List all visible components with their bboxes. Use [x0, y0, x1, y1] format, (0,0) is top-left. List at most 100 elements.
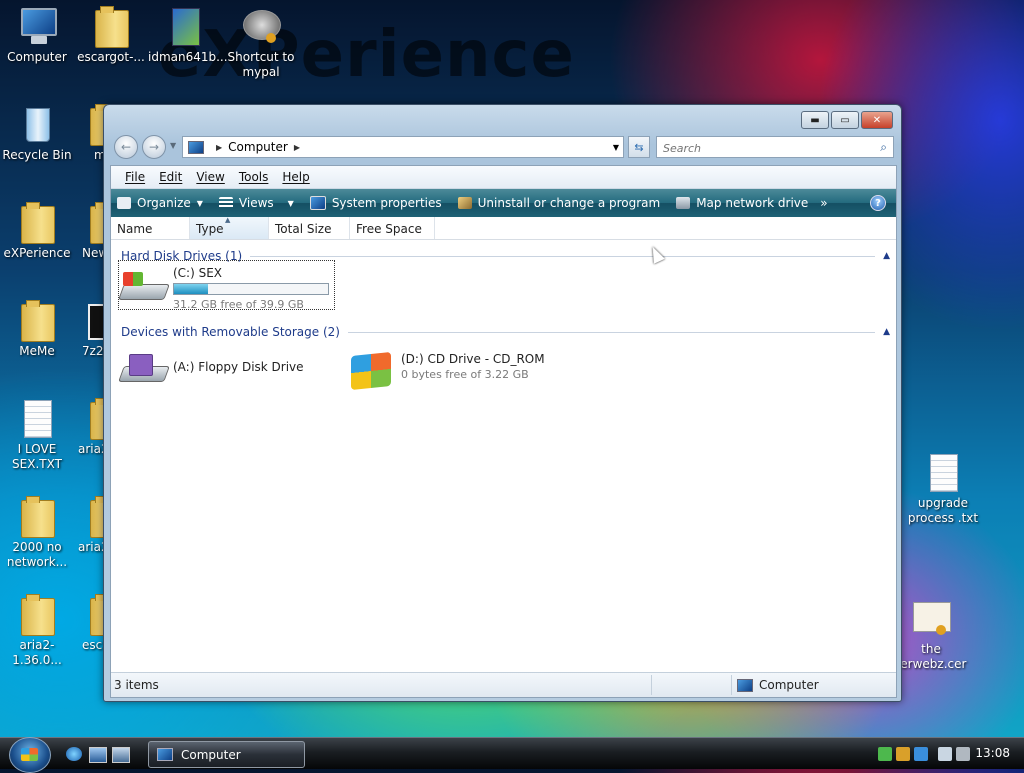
computer-icon	[737, 678, 753, 692]
clock[interactable]: 13:08	[975, 746, 1010, 760]
folder-icon	[21, 594, 55, 636]
desktop-icon-computer[interactable]: Computer	[0, 4, 74, 65]
desktop-icon-experience[interactable]: eXPerience	[0, 200, 74, 261]
recycle-bin-icon	[26, 108, 50, 142]
column-name[interactable]: Name	[111, 217, 190, 239]
switch-windows-icon[interactable]	[112, 747, 130, 763]
tray-update-icon[interactable]	[914, 746, 928, 761]
volume-muted-icon[interactable]	[956, 746, 970, 761]
floppy-drive-icon	[118, 348, 170, 392]
help-icon[interactable]: ?	[870, 195, 886, 211]
refresh-button[interactable]: ⇆	[628, 136, 650, 158]
desktop-icon-escargot[interactable]: escargot-...	[74, 4, 148, 65]
menu-view[interactable]: View	[196, 170, 224, 184]
command-bar: Organize ▼ Views ▼ System properties Uni…	[111, 189, 896, 217]
organize-icon	[117, 197, 131, 209]
computer-icon	[188, 140, 204, 154]
breadcrumb-separator-icon[interactable]: ▶	[216, 143, 222, 152]
desktop-icon-mypal-shortcut[interactable]: Shortcut to mypal	[224, 4, 298, 80]
status-location: Computer	[737, 678, 819, 692]
text-file-icon	[24, 400, 52, 438]
search-icon[interactable]: ⌕	[880, 140, 887, 155]
desktop-icon-upgrade-process[interactable]: upgrade process .txt	[906, 450, 980, 526]
drive-c[interactable]: (C:) SEX 31.2 GB free of 39.9 GB	[118, 266, 329, 312]
folder-icon	[21, 202, 55, 244]
more-commands-button[interactable]: »	[820, 196, 827, 210]
menu-tools[interactable]: Tools	[239, 170, 269, 184]
desktop-icon-label: MeMe	[19, 344, 55, 358]
group-divider	[347, 331, 876, 333]
desktop-icon-certificate[interactable]: the terwebz.cer	[892, 596, 970, 672]
system-properties-label: System properties	[331, 196, 442, 210]
close-button[interactable]: ✕	[861, 111, 893, 129]
chevron-down-icon: ▼	[196, 198, 203, 208]
collapse-icon[interactable]: ▲	[883, 327, 890, 337]
explorer-window: ▬ ▭ ✕ ← → ▼ ▶ Computer ▶ ▼ ⇆ ⌕ File Edit…	[103, 104, 902, 702]
desktop-icon-2000-folder[interactable]: 2000 no network...	[0, 494, 74, 570]
desktop-icon-label: idman641b...	[148, 50, 228, 64]
map-drive-label: Map network drive	[696, 196, 809, 210]
system-properties-button[interactable]: System properties	[309, 196, 442, 210]
desktop-icon-label: eXPerience	[3, 246, 71, 260]
network-icon[interactable]	[938, 746, 952, 761]
map-network-drive-button[interactable]: Map network drive	[676, 196, 808, 210]
forward-button[interactable]: →	[142, 135, 166, 159]
status-divider	[731, 675, 732, 695]
search-input[interactable]	[661, 139, 865, 157]
text-file-icon	[930, 454, 958, 492]
tray-app-icon[interactable]	[896, 746, 910, 761]
status-bar: 3 items Computer	[111, 672, 896, 697]
search-box[interactable]: ⌕	[656, 136, 894, 158]
drive-a[interactable]: (A:) Floppy Disk Drive	[118, 348, 304, 392]
network-drive-icon	[676, 197, 691, 209]
address-bar[interactable]: ▶ Computer ▶ ▼	[182, 136, 624, 158]
show-desktop-icon[interactable]	[89, 747, 107, 763]
uninstall-label: Uninstall or change a program	[477, 196, 661, 210]
desktop-icon-meme[interactable]: MeMe	[0, 298, 74, 359]
back-button[interactable]: ←	[114, 135, 138, 159]
recent-pages-dropdown[interactable]: ▼	[170, 141, 176, 150]
breadcrumb-separator-icon[interactable]: ▶	[294, 143, 300, 152]
menu-edit[interactable]: Edit	[159, 170, 182, 184]
certificate-icon	[913, 602, 951, 635]
collapse-icon[interactable]: ▲	[883, 251, 890, 261]
column-total-size[interactable]: Total Size	[269, 217, 350, 239]
tray-app-icon[interactable]	[878, 746, 892, 761]
status-location-label: Computer	[759, 678, 819, 692]
navigation-bar: ← → ▼ ▶ Computer ▶ ▼ ⇆ ⌕	[112, 133, 894, 161]
programs-icon	[457, 197, 472, 209]
desktop-icon-label: the terwebz.cer	[895, 642, 967, 671]
maximize-button[interactable]: ▭	[831, 111, 859, 129]
menu-bar: File Edit View Tools Help	[111, 166, 896, 189]
desktop-icon-aria2[interactable]: aria2-1.36.0...	[0, 592, 74, 668]
internet-explorer-icon[interactable]	[66, 747, 82, 761]
uninstall-program-button[interactable]: Uninstall or change a program	[457, 196, 661, 210]
drive-c-usage-bar	[173, 283, 329, 295]
organize-label: Organize	[137, 196, 191, 210]
address-dropdown-icon[interactable]: ▼	[613, 143, 619, 152]
menu-help[interactable]: Help	[282, 170, 309, 184]
desktop-icon-label: I LOVE SEX.TXT	[12, 442, 62, 471]
column-free-space[interactable]: Free Space	[350, 217, 435, 239]
breadcrumb-computer[interactable]: Computer	[228, 140, 288, 154]
desktop-icon-label: aria2-1.36.0...	[12, 638, 62, 667]
folder-icon	[21, 496, 55, 538]
computer-icon	[157, 748, 173, 761]
drive-d[interactable]: (D:) CD Drive - CD_ROM 0 bytes free of 3…	[347, 348, 545, 392]
folder-icon	[21, 300, 55, 342]
views-button[interactable]: Views ▼	[218, 196, 294, 210]
taskbar-button-computer[interactable]: Computer	[148, 741, 305, 768]
status-item-count: 3 items	[114, 678, 159, 692]
group-header-removable[interactable]: Devices with Removable Storage (2) ▲	[121, 324, 890, 340]
installer-icon	[172, 8, 200, 46]
column-type[interactable]: ▲ Type	[190, 216, 269, 239]
menu-file[interactable]: File	[125, 170, 145, 184]
desktop-icon-idman[interactable]: idman641b...	[148, 4, 228, 65]
computer-icon	[21, 8, 57, 44]
minimize-button[interactable]: ▬	[801, 111, 829, 129]
desktop-icon-recycle-bin[interactable]: Recycle Bin	[0, 102, 74, 163]
drive-d-free-space: 0 bytes free of 3.22 GB	[401, 368, 529, 381]
desktop-icon-text-file[interactable]: I LOVE SEX.TXT	[0, 396, 74, 472]
content-pane: File Edit View Tools Help Organize ▼ Vie…	[110, 165, 897, 698]
organize-button[interactable]: Organize ▼	[117, 196, 203, 210]
